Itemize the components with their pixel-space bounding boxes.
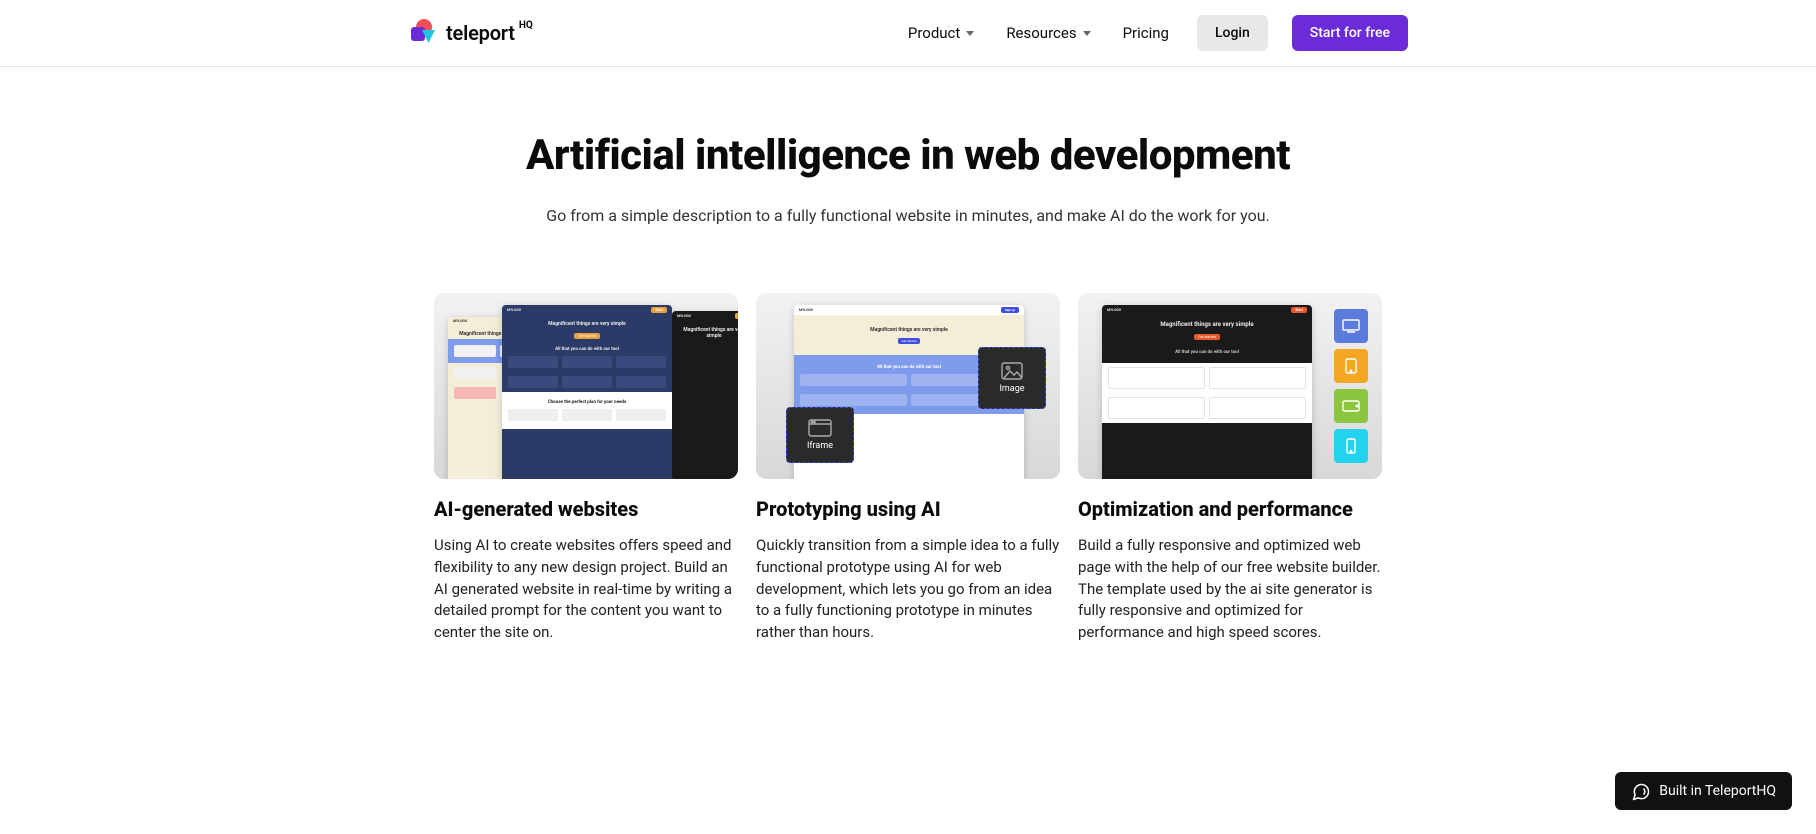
chevron-down-icon [1083,31,1091,36]
feature-thumbnail: MYLOGOStart Magnificent things are very … [1078,293,1382,479]
mock-iframe-tag: Iframe [786,407,854,463]
tablet-landscape-icon [1334,389,1368,423]
feature-body: Build a fully responsive and optimized w… [1078,535,1382,644]
brand-suffix: HQ [519,20,533,31]
desktop-icon [1334,309,1368,343]
nav-product[interactable]: Product [904,18,978,48]
badge-label: Built in TeleportHQ [1659,783,1776,799]
built-in-teleporthq-badge[interactable]: Built in TeleportHQ [1615,772,1792,810]
feature-thumbnail: MYLOGO••• Magnificent things are very si… [434,293,738,479]
brand-name: teleport [446,21,515,45]
nav-pricing[interactable]: Pricing [1119,18,1173,48]
feature-prototyping: MYLOGOSign up Magnificent things are ver… [756,293,1060,644]
nav-product-label: Product [908,24,960,42]
nav-resources-label: Resources [1006,24,1076,42]
tablet-portrait-icon [1334,349,1368,383]
chevron-down-icon [966,31,974,36]
feature-body: Using AI to create websites offers speed… [434,535,738,644]
feature-title: Optimization and performance [1078,497,1382,521]
feature-body: Quickly transition from a simple idea to… [756,535,1060,644]
feature-optimization: MYLOGOStart Magnificent things are very … [1078,293,1382,644]
features-section: MYLOGO••• Magnificent things are very si… [0,275,1816,704]
mock-template-dark: MYLOGOStart Magnificent things are very … [1102,305,1312,479]
primary-nav: Product Resources Pricing Login Start fo… [904,15,1408,51]
top-navigation: teleport HQ Product Resources Pricing Lo… [0,0,1816,67]
hero-section: Artificial intelligence in web developme… [0,67,1816,275]
feature-ai-generated: MYLOGO••• Magnificent things are very si… [434,293,738,644]
mock-image-tag: Image [978,347,1046,409]
mock-template-center: MYLOGOStart Magnificent things are very … [502,305,672,479]
hero-subtitle: Go from a simple description to a fully … [0,206,1816,225]
brand-logo[interactable]: teleport HQ [408,17,535,49]
brand-mark-icon [408,17,440,49]
nav-pricing-label: Pricing [1123,24,1169,42]
feature-title: Prototyping using AI [756,497,1060,521]
mobile-icon [1334,429,1368,463]
hero-title: Artificial intelligence in web developme… [0,131,1816,180]
chat-icon [1631,782,1649,800]
login-button[interactable]: Login [1197,15,1268,51]
nav-resources[interactable]: Resources [1002,18,1094,48]
feature-thumbnail: MYLOGOSign up Magnificent things are ver… [756,293,1060,479]
start-free-button[interactable]: Start for free [1292,15,1408,51]
mock-template-right: MYLOGOStart Magnificent things are very … [672,311,738,479]
feature-title: AI-generated websites [434,497,738,521]
